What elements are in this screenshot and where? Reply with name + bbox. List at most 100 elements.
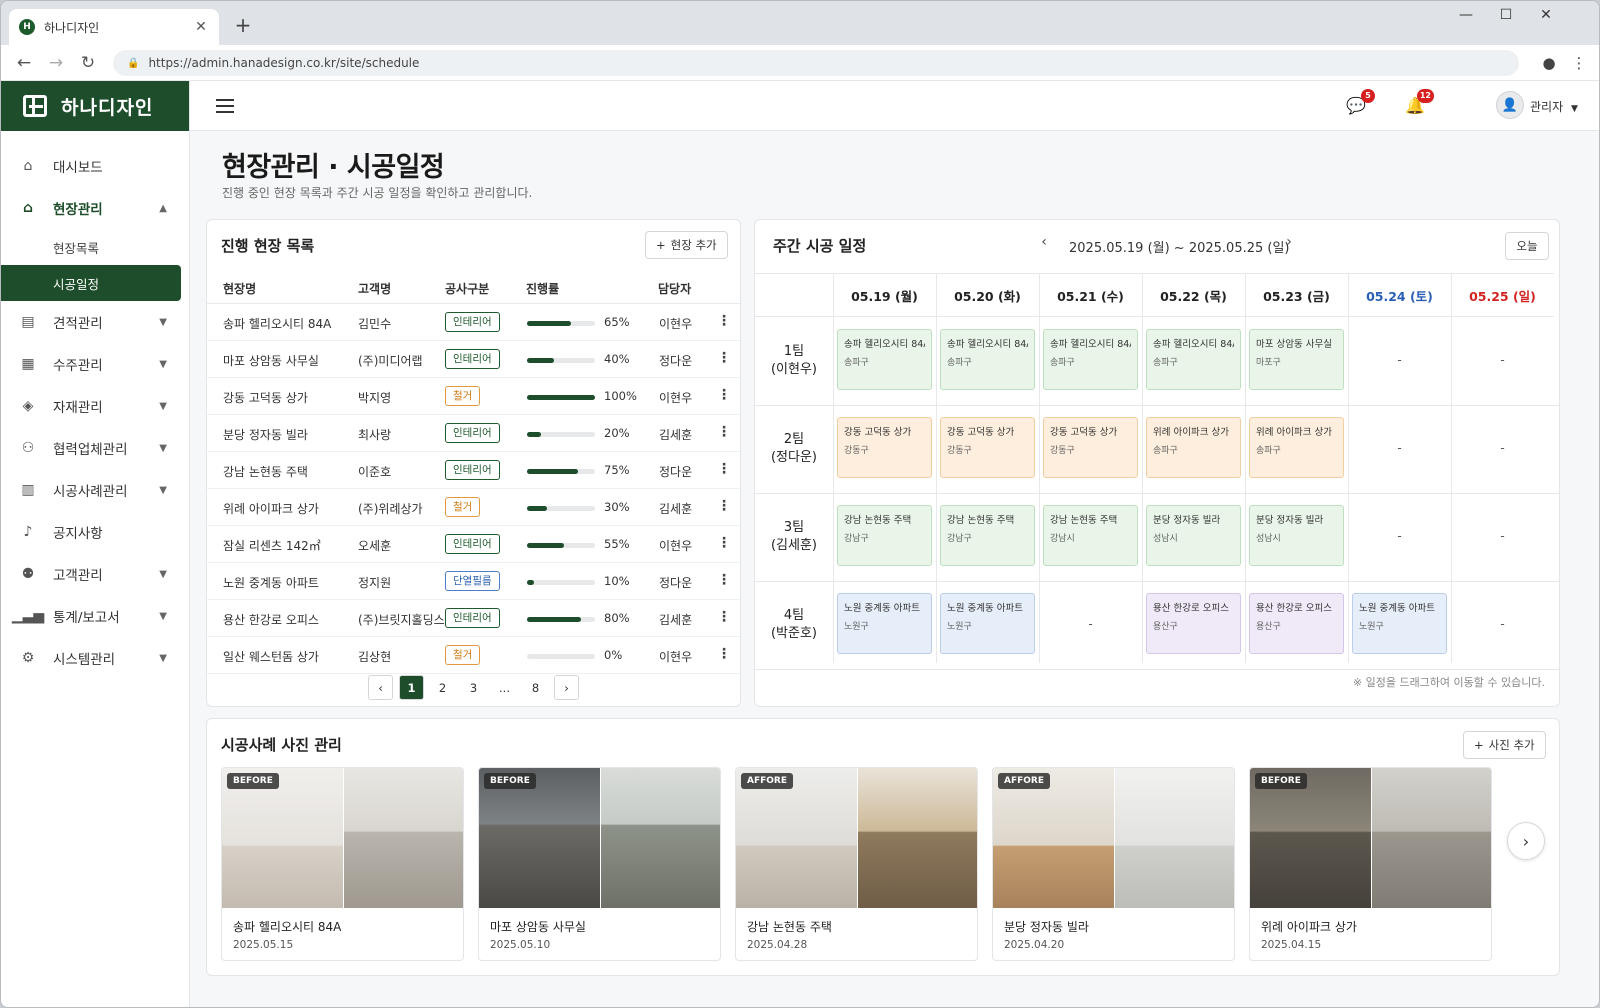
next-page-button[interactable]: ›: [554, 675, 579, 700]
sidebar-item-estimates[interactable]: ▤ 견적관리 ▼: [1, 301, 189, 343]
schedule-event[interactable]: 강동 고덕동 상가 강동구: [1043, 417, 1138, 478]
next-week-icon[interactable]: ›: [1279, 234, 1299, 250]
schedule-event[interactable]: 강동 고덕동 상가 강동구: [940, 417, 1035, 478]
next-photos-button[interactable]: ›: [1507, 822, 1545, 860]
new-tab-button[interactable]: +: [231, 13, 255, 37]
table-row[interactable]: 마포 상암동 사무실 (주)미디어랩 인테리어 40% 정다운 ⋮: [207, 341, 740, 378]
work-type-badge: 철거: [445, 497, 481, 517]
event-site-name: 노원 중계동 아파트: [947, 603, 1023, 614]
sidebar-item-orders[interactable]: ▦ 수주관리 ▼: [1, 343, 189, 385]
sidebar-item-dashboard[interactable]: ⌂ 대시보드: [1, 145, 189, 187]
schedule-event[interactable]: 강남 논현동 주택 강남구: [837, 505, 932, 566]
sidebar-item-reports[interactable]: ▁▃▅ 통계/보고서 ▼: [1, 595, 189, 637]
user-menu[interactable]: 관리자 ▼: [1530, 98, 1578, 115]
add-photo-button[interactable]: + 사진 추가: [1463, 731, 1546, 759]
photo-card[interactable]: BEFORE 위례 아이파크 상가 2025.04.15: [1249, 767, 1492, 961]
window-close-icon[interactable]: ✕: [1531, 7, 1561, 23]
photo-card[interactable]: BEFORE 송파 헬리오시티 84A 2025.05.15: [221, 767, 464, 961]
schedule-event[interactable]: 강남 논현동 주택 강남시: [1043, 505, 1138, 566]
sidebar-item-system[interactable]: ⚙ 시스템관리 ▼: [1, 637, 189, 679]
table-row[interactable]: 강동 고덕동 상가 박지영 철거 100% 이현우 ⋮: [207, 378, 740, 415]
more-options-icon[interactable]: ⋮: [717, 646, 731, 662]
page-button[interactable]: 2: [430, 675, 455, 700]
schedule-event[interactable]: 노원 중계동 아파트 노원구: [940, 593, 1035, 654]
more-options-icon[interactable]: ⋮: [717, 424, 731, 440]
photo-card[interactable]: AFFORE 강남 논현동 주택 2025.04.28: [735, 767, 978, 961]
photo-date: 2025.04.28: [747, 939, 808, 951]
table-row[interactable]: 분당 정자동 빌라 최사랑 인테리어 20% 김세훈 ⋮: [207, 415, 740, 452]
hamburger-menu-icon[interactable]: [216, 99, 234, 113]
table-row[interactable]: 강남 논현동 주택 이준호 인테리어 75% 정다운 ⋮: [207, 452, 740, 489]
sidebar-subitem-schedule[interactable]: 시공일정: [1, 265, 181, 301]
add-site-button[interactable]: + 현장 추가: [645, 231, 728, 259]
close-tab-icon[interactable]: ✕: [193, 19, 209, 35]
notification-icon[interactable]: 🔔 12: [1404, 89, 1434, 117]
avatar[interactable]: 👤: [1496, 91, 1524, 119]
more-options-icon[interactable]: ⋮: [717, 609, 731, 625]
sidebar-item-customers[interactable]: ⚉ 고객관리 ▼: [1, 553, 189, 595]
sidebar-subitem-site-list[interactable]: 현장목록: [1, 229, 189, 265]
photo-card[interactable]: AFFORE 분당 정자동 빌라 2025.04.20: [992, 767, 1235, 961]
schedule-event[interactable]: 분당 정자동 빌라 성남시: [1249, 505, 1344, 566]
maximize-icon[interactable]: ☐: [1491, 7, 1521, 23]
sidebar-item-cases[interactable]: ▥ 시공사례관리 ▼: [1, 469, 189, 511]
logo[interactable]: 하나디자인: [1, 81, 189, 131]
schedule-event[interactable]: 송파 헬리오시티 84A 송파구: [1146, 329, 1241, 390]
url-field[interactable]: 🔒 https://admin.hanadesign.co.kr/site/sc…: [113, 50, 1519, 76]
table-row[interactable]: 일산 웨스턴돔 상가 김상현 철거 0% 이현우 ⋮: [207, 637, 740, 674]
more-options-icon[interactable]: ⋮: [717, 498, 731, 514]
table-row[interactable]: 위례 아이파크 상가 (주)위례상가 철거 30% 김세훈 ⋮: [207, 489, 740, 526]
minimize-icon[interactable]: —: [1451, 7, 1481, 23]
work-type-badge: 인테리어: [445, 534, 500, 554]
schedule-event[interactable]: 노원 중계동 아파트 노원구: [837, 593, 932, 654]
more-options-icon[interactable]: ⋮: [717, 572, 731, 588]
event-area: 송파구: [844, 358, 869, 368]
schedule-event[interactable]: 송파 헬리오시티 84A 송파구: [940, 329, 1035, 390]
page-button[interactable]: 1: [399, 675, 424, 700]
plus-icon: +: [1474, 738, 1484, 752]
schedule-event[interactable]: 강남 논현동 주택 강남구: [940, 505, 1035, 566]
reload-icon[interactable]: ↻: [75, 51, 101, 75]
back-icon[interactable]: ←: [11, 51, 37, 75]
event-area: 강동구: [1050, 446, 1075, 456]
table-row[interactable]: 잠실 리센츠 142㎡ 오세훈 인테리어 55% 이현우 ⋮: [207, 526, 740, 563]
schedule-event[interactable]: 용산 한강로 오피스 용산구: [1146, 593, 1241, 654]
page-button[interactable]: 8: [523, 675, 548, 700]
event-area: 강남시: [1050, 534, 1075, 544]
schedule-event[interactable]: 송파 헬리오시티 84A 송파구: [837, 329, 932, 390]
sidebar-item-partners[interactable]: ⚇ 협력업체관리 ▼: [1, 427, 189, 469]
chevron-up-icon: ▲: [159, 202, 167, 214]
prev-week-icon[interactable]: ‹: [1034, 234, 1054, 250]
sidebar-item-notices[interactable]: ♪ 공지사항: [1, 511, 189, 553]
more-options-icon[interactable]: ⋮: [717, 387, 731, 403]
prev-page-button[interactable]: ‹: [368, 675, 393, 700]
page-button[interactable]: 3: [461, 675, 486, 700]
browser-tab[interactable]: H 하나디자인 ✕: [9, 9, 219, 45]
schedule-event[interactable]: 분당 정자동 빌라 성남시: [1146, 505, 1241, 566]
photo-card[interactable]: BEFORE 마포 상암동 사무실 2025.05.10: [478, 767, 721, 961]
more-options-icon[interactable]: ⋮: [717, 313, 731, 329]
progress-fill: [527, 543, 565, 548]
today-button[interactable]: 오늘: [1505, 232, 1549, 260]
sidebar-item-site-management[interactable]: ⌂ 현장관리 ▲: [1, 187, 189, 229]
more-options-icon[interactable]: ⋮: [717, 535, 731, 551]
table-row[interactable]: 용산 한강로 오피스 (주)브릿지홀딩스 인테리어 80% 김세훈 ⋮: [207, 600, 740, 637]
more-options-icon[interactable]: ⋮: [717, 350, 731, 366]
table-row[interactable]: 노원 중계동 아파트 정지원 단열필름 10% 정다운 ⋮: [207, 563, 740, 600]
message-icon[interactable]: 💬 5: [1345, 89, 1375, 117]
profile-icon[interactable]: ●: [1539, 53, 1559, 73]
team-name: 3팀: [783, 520, 805, 535]
forward-icon[interactable]: →: [43, 51, 69, 75]
table-row[interactable]: 송파 헬리오시티 84A 김민수 인테리어 65% 이현우 ⋮: [207, 304, 740, 341]
schedule-event[interactable]: 마포 상암동 사무실 마포구: [1249, 329, 1344, 390]
schedule-event[interactable]: 강동 고덕동 상가 강동구: [837, 417, 932, 478]
sidebar-item-materials[interactable]: ◈ 자재관리 ▼: [1, 385, 189, 427]
more-menu-icon[interactable]: ⋮: [1569, 53, 1589, 73]
more-options-icon[interactable]: ⋮: [717, 461, 731, 477]
schedule-event[interactable]: 위례 아이파크 상가 송파구: [1249, 417, 1344, 478]
schedule-event[interactable]: 용산 한강로 오피스 용산구: [1249, 593, 1344, 654]
schedule-event[interactable]: 송파 헬리오시티 84A 송파구: [1043, 329, 1138, 390]
work-type-badge: 철거: [445, 386, 481, 406]
schedule-event[interactable]: 위례 아이파크 상가 송파구: [1146, 417, 1241, 478]
schedule-event[interactable]: 노원 중계동 아파트 노원구: [1352, 593, 1447, 654]
